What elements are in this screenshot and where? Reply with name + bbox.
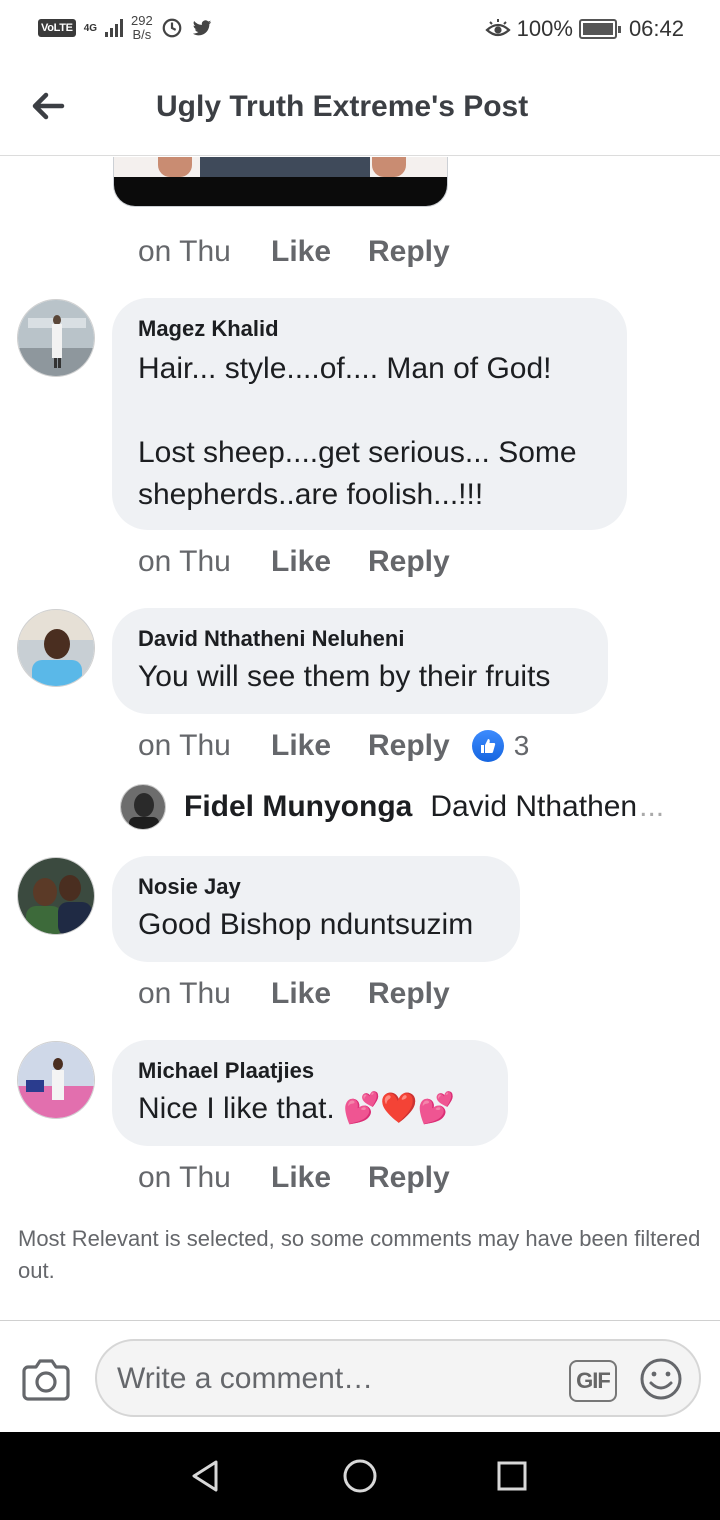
battery-percent: 100% (516, 16, 573, 41)
reaction-summary[interactable]: 3 (471, 730, 530, 762)
reply-button[interactable]: Reply (368, 235, 450, 269)
clock: 06:42 (628, 16, 684, 41)
comment-composer: GIF (0, 1320, 720, 1432)
app-header: Ugly Truth Extreme's Post (0, 62, 720, 156)
network-speed: 292 B/s (131, 14, 153, 42)
comment-time[interactable]: on Thu (138, 977, 271, 1011)
avatar[interactable] (17, 1041, 95, 1119)
comment-input[interactable] (117, 1359, 547, 1399)
comment-time[interactable]: on Thu (138, 545, 271, 579)
recents-nav-icon[interactable] (492, 1456, 532, 1496)
data-saver-icon (162, 18, 182, 38)
gif-button[interactable]: GIF (569, 1360, 617, 1402)
comment-text: Nice I like that. 💕❤️💕 (138, 1092, 456, 1125)
back-nav-icon[interactable] (186, 1456, 226, 1496)
comment-actions: on Thu Like Reply 3 (138, 729, 529, 763)
comment-bubble[interactable]: David Nthatheni Neluheni You will see th… (112, 608, 608, 714)
status-bar: VoLTE 4G 292 B/s 100% 06:42 (0, 0, 720, 62)
like-button[interactable]: Like (271, 545, 368, 579)
comment-bubble[interactable]: Michael Plaatjies Nice I like that. 💕❤️💕 (112, 1040, 508, 1146)
camera-icon[interactable] (22, 1357, 70, 1401)
reply-preview[interactable]: Fidel Munyonga David Nthathen ... (120, 784, 664, 830)
avatar[interactable] (17, 609, 95, 687)
emoji-icon[interactable] (639, 1357, 683, 1401)
network-speed-value: 292 (131, 13, 153, 28)
comment-author[interactable]: Magez Khalid (138, 316, 601, 342)
network-type: 4G (83, 22, 98, 34)
reply-button[interactable]: Reply (368, 977, 450, 1011)
reply-button[interactable]: Reply (368, 1161, 450, 1195)
comment-author[interactable]: Michael Plaatjies (138, 1058, 482, 1084)
status-left: VoLTE 4G 292 B/s (38, 14, 213, 42)
reply-button[interactable]: Reply (368, 729, 450, 763)
status-right: 100% 06:42 (485, 16, 684, 42)
twitter-icon (192, 20, 211, 36)
like-button[interactable]: Like (271, 977, 368, 1011)
back-arrow-icon[interactable] (26, 84, 70, 128)
comment-actions: on Thu Like Reply (138, 977, 450, 1011)
like-button[interactable]: Like (271, 729, 368, 763)
volte-indicator: VoLTE (38, 19, 76, 37)
system-nav-bar (0, 1432, 720, 1520)
comment-image-attachment[interactable] (113, 157, 448, 207)
comment-author[interactable]: David Nthatheni Neluheni (138, 626, 582, 652)
battery-icon (578, 19, 621, 39)
reply-text: David Nthathen (430, 790, 638, 823)
comment-text: Hair... style....of.... Man of God! Lost… (138, 352, 577, 511)
comment-time[interactable]: on Thu (138, 729, 271, 763)
like-button[interactable]: Like (271, 235, 368, 269)
filter-notice: Most Relevant is selected, so some comme… (18, 1226, 701, 1283)
signal-icon (105, 19, 124, 37)
reply-ellipsis: ... (639, 790, 665, 823)
reaction-count: 3 (513, 730, 530, 761)
home-nav-icon[interactable] (340, 1456, 380, 1496)
comment-box[interactable]: GIF (95, 1339, 701, 1417)
comment-bubble[interactable]: Nosie Jay Good Bishop nduntsuzim (112, 856, 520, 962)
comment-actions: on Thu Like Reply (138, 545, 450, 579)
comments-feed[interactable]: on Thu Like Reply Magez Khalid Hair... s… (0, 157, 720, 1320)
comment-actions: on Thu Like Reply (138, 1161, 450, 1195)
comment-actions: on Thu Like Reply (138, 235, 450, 269)
avatar[interactable] (120, 784, 166, 830)
reply-author[interactable]: Fidel Munyonga (184, 790, 412, 824)
like-reaction-icon (471, 730, 504, 762)
comment-bubble[interactable]: Magez Khalid Hair... style....of.... Man… (112, 298, 627, 530)
comment-text: You will see them by their fruits (138, 660, 551, 693)
reply-button[interactable]: Reply (368, 545, 450, 579)
page-title: Ugly Truth Extreme's Post (156, 90, 529, 123)
avatar[interactable] (17, 299, 95, 377)
like-button[interactable]: Like (271, 1161, 368, 1195)
eye-comfort-icon (485, 19, 511, 37)
comment-time[interactable]: on Thu (138, 235, 271, 269)
comment-text: Good Bishop nduntsuzim (138, 908, 474, 941)
network-speed-unit: B/s (132, 27, 152, 42)
comment-time[interactable]: on Thu (138, 1161, 271, 1195)
comment-author[interactable]: Nosie Jay (138, 874, 494, 900)
avatar[interactable] (17, 857, 95, 935)
